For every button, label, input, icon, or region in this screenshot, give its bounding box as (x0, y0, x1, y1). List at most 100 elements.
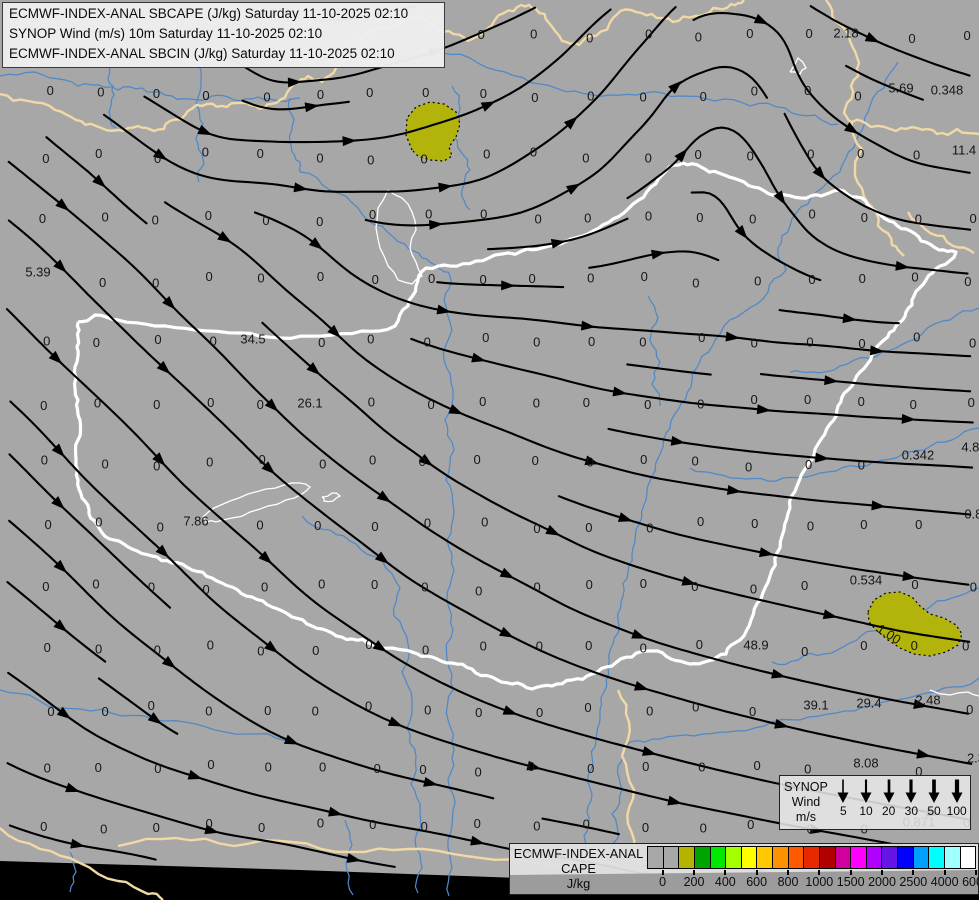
grid-value: 0 (586, 31, 593, 46)
wind-speed-label: 20 (882, 804, 896, 818)
wind-arrow-icon (951, 779, 963, 803)
grid-value: 0 (316, 151, 323, 166)
grid-value: 0 (44, 640, 51, 655)
station-value: 34.5 (240, 332, 265, 347)
grid-value: 0 (101, 704, 108, 719)
grid-value: 0 (698, 330, 705, 345)
grid-value: 0 (479, 394, 486, 409)
grid-value: 0 (807, 518, 814, 533)
grid-value: 0 (317, 269, 324, 284)
grid-value: 0 (808, 207, 815, 222)
cape-tick-label: 2000 (868, 875, 896, 889)
grid-value: 0 (424, 516, 431, 531)
grid-value: 0 (859, 271, 866, 286)
grid-value: 0 (534, 212, 541, 227)
station-value: 26.1 (297, 396, 322, 411)
grid-value: 0 (473, 452, 480, 467)
grid-value: 0 (691, 453, 698, 468)
grid-value: 0 (966, 702, 973, 717)
wind-speed-label: 10 (859, 804, 873, 818)
grid-value: 0 (153, 397, 160, 412)
grid-value: 0 (264, 703, 271, 718)
synop-speed-column: 30 (900, 778, 923, 829)
grid-value: 0 (533, 396, 540, 411)
grid-value: 0 (479, 272, 486, 287)
synop-speed-column: 10 (855, 778, 878, 829)
grid-value: 0 (154, 332, 161, 347)
grid-value: 0 (312, 704, 319, 719)
grid-value: 0 (202, 582, 209, 597)
grid-value: 0 (585, 638, 592, 653)
grid-value: 0 (157, 520, 164, 535)
cape-color-swatch (662, 846, 680, 869)
grid-value: 0 (95, 146, 102, 161)
grid-value: 0 (93, 335, 100, 350)
grid-value: 0 (369, 453, 376, 468)
cape-tick-label: 2500 (899, 875, 928, 889)
grid-value: 0 (428, 271, 435, 286)
grid-value: 0 (747, 817, 754, 832)
grid-value: 0 (697, 397, 704, 412)
grid-value: 0 (422, 643, 429, 658)
grid-value: 0 (207, 638, 214, 653)
grid-value: 0 (533, 334, 540, 349)
grid-value: 0 (258, 452, 265, 467)
grid-value: 0 (808, 272, 815, 287)
grid-value: 0 (257, 270, 264, 285)
grid-value: 0 (915, 517, 922, 532)
synop-speed-column: 50 (923, 778, 946, 829)
grid-value: 0 (374, 761, 381, 776)
grid-value: 0 (913, 329, 920, 344)
grid-value: 0 (205, 704, 212, 719)
grid-value: 0 (42, 151, 49, 166)
grid-value: 0 (317, 87, 324, 102)
grid-value: 0 (642, 759, 649, 774)
grid-value: 0 (807, 147, 814, 162)
grid-value: 0 (318, 335, 325, 350)
grid-value: 0 (427, 397, 434, 412)
grid-value: 0 (754, 273, 761, 288)
grid-value: 0 (753, 758, 760, 773)
grid-value: 0 (95, 760, 102, 775)
grid-value: 0 (421, 580, 428, 595)
grid-value: 0 (587, 270, 594, 285)
wind-speed-label: 5 (839, 804, 847, 818)
grid-value: 0 (854, 88, 861, 103)
station-value: 2.18 (833, 26, 858, 41)
grid-value: 0 (536, 639, 543, 654)
grid-value: 0 (747, 148, 754, 163)
grid-value: 0 (969, 211, 976, 226)
grid-value: 0 (645, 208, 652, 223)
grid-value: 0 (261, 580, 268, 595)
cape-color-swatch (881, 846, 898, 869)
cape-tick-label: 800 (777, 875, 799, 889)
grid-value: 0 (419, 762, 426, 777)
grid-value: 0 (366, 85, 373, 100)
grid-value: 0 (154, 761, 161, 776)
synop-wind-legend: SYNOP Wind m/s 5 10 20 30 50 100 (779, 775, 971, 830)
grid-value: 0 (532, 453, 539, 468)
station-value: 11.4 (952, 143, 976, 158)
grid-value: 0 (95, 515, 102, 530)
grid-value: 0 (641, 269, 648, 284)
grid-value: 0 (44, 760, 51, 775)
grid-value: 0 (99, 275, 106, 290)
grid-value: 0 (318, 577, 325, 592)
cape-color-swatch (943, 846, 961, 869)
grid-value: 0 (861, 210, 868, 225)
grid-value: 0 (424, 335, 431, 350)
grid-value: 0 (964, 274, 971, 289)
weather-map: 0 0 0 0 0 0 0 0 0 0 0 0 0 0 0 0 0 0 0 0 0 0 0 0 0 0 0 0 0 0 0 0 0 0 0 0 0 0 0 0… (0, 0, 979, 900)
cape-color-swatch (756, 846, 773, 869)
cape-color-swatch (897, 846, 914, 869)
title-line-sbcin: ECMWF-INDEX-ANAL SBCIN (J/kg) Saturday 1… (9, 46, 395, 61)
grid-value: 0 (152, 212, 159, 227)
cape-tick-label: 1500 (836, 875, 865, 889)
grid-value: 0 (371, 577, 378, 592)
synop-arrow-scale: 5 10 20 30 50 100 (832, 776, 970, 829)
grid-value: 0 (153, 820, 160, 835)
grid-value: 0 (92, 577, 99, 592)
grid-value: 0 (745, 459, 752, 474)
synop-title-line3: m/s (795, 810, 817, 824)
grid-value: 0 (970, 579, 977, 594)
